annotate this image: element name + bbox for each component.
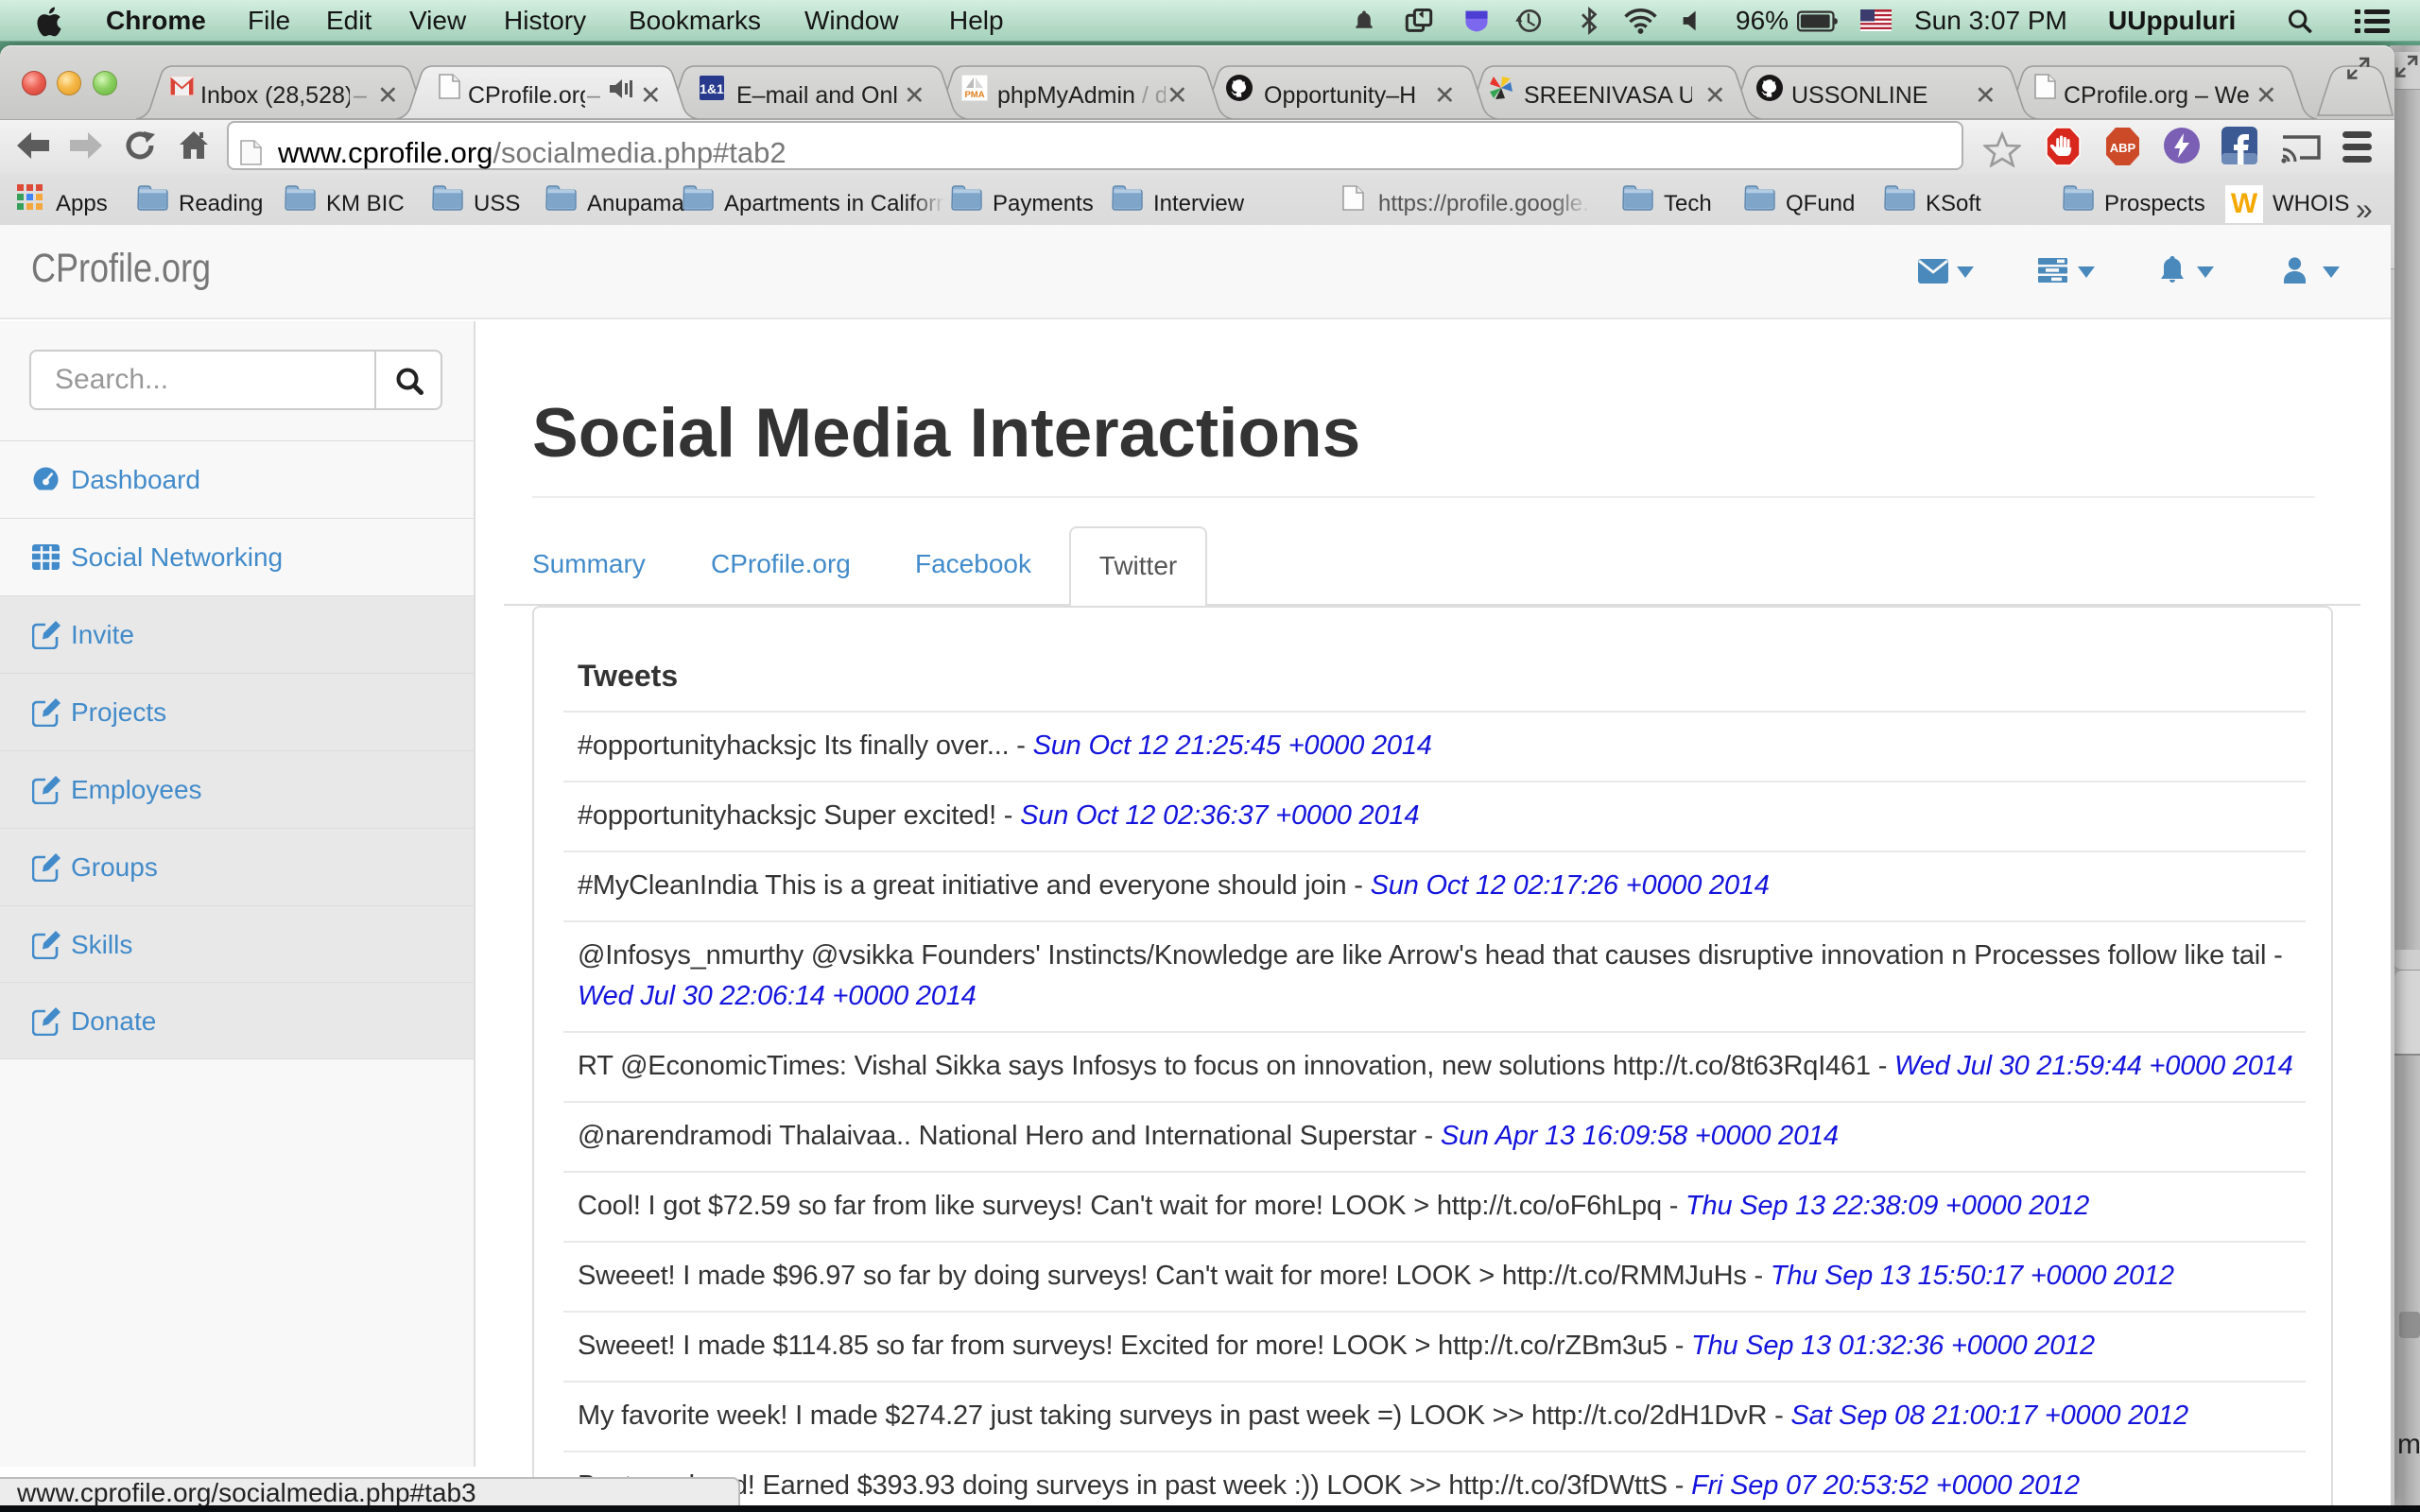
svg-text:ABP: ABP [2110, 141, 2136, 155]
svg-text:1&1: 1&1 [700, 81, 724, 96]
svg-text:PMA: PMA [964, 90, 984, 100]
